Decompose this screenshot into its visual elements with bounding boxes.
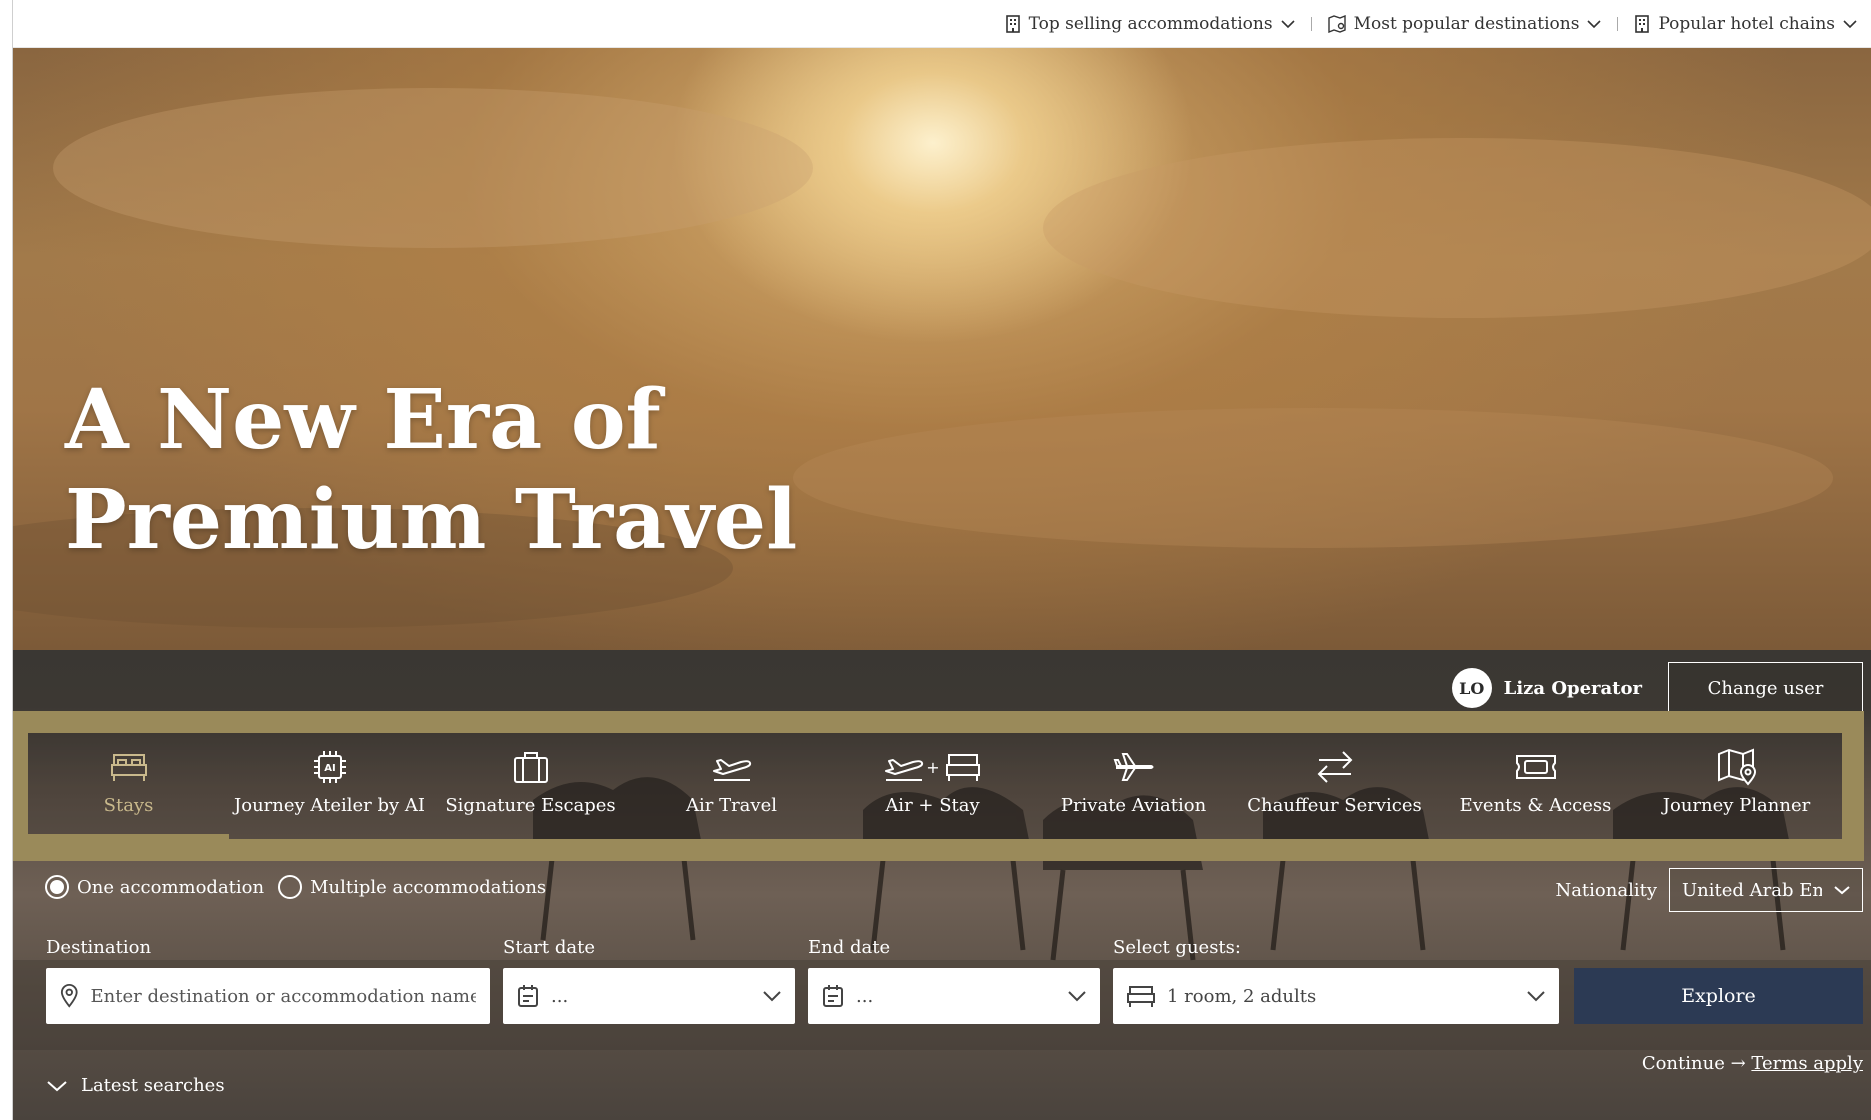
tab-label: Events & Access	[1459, 795, 1612, 816]
map-pin-icon	[1327, 14, 1346, 33]
tab-label: Chauffeur Services	[1247, 795, 1422, 816]
popular-hotel-chains-menu[interactable]: Popular hotel chains	[1624, 14, 1867, 34]
explore-button[interactable]: Explore	[1574, 968, 1863, 1024]
nationality-select[interactable]: United Arab Emirates	[1669, 868, 1863, 912]
popular-destinations-label: Most popular destinations	[1353, 13, 1580, 34]
bed-icon	[110, 754, 147, 781]
svg-text:AI: AI	[324, 763, 335, 774]
map-icon	[1717, 748, 1756, 786]
nationality-group: Nationality United Arab Emirates	[1555, 868, 1863, 912]
divider	[1310, 16, 1312, 31]
user-name: Liza Operator	[1503, 677, 1642, 699]
chevron-down-icon	[47, 1080, 67, 1091]
tab-label: Private Aviation	[1060, 795, 1207, 816]
tab-air-travel[interactable]: Air Travel	[631, 733, 832, 839]
ticket-icon	[1515, 755, 1556, 779]
tab-label: Journey Planner	[1662, 795, 1811, 816]
chevron-down-icon	[763, 991, 781, 1002]
plane-plus-bed-icon: +	[884, 754, 980, 781]
tab-label: Air + Stay	[885, 795, 980, 816]
start-date-field[interactable]: ...	[503, 968, 795, 1024]
svg-text:+: +	[926, 758, 939, 777]
hero-title-line-1: A New Era of	[65, 372, 661, 468]
top-selling-label: Top selling accommodations	[1028, 13, 1273, 34]
hotel-chains-label: Popular hotel chains	[1658, 13, 1835, 34]
latest-searches-label: Latest searches	[81, 1075, 225, 1096]
guests-value: 1 room, 2 adults	[1167, 985, 1317, 1007]
start-date-label: Start date	[503, 937, 595, 958]
top-navigation: Top selling accommodations Most popular …	[13, 0, 1871, 48]
tab-journey-ateiler[interactable]: AI Journey Ateiler by AI	[229, 733, 430, 839]
chevron-down-icon	[1843, 19, 1857, 28]
user-bar: LO Liza Operator Change user	[1451, 662, 1863, 714]
most-popular-destinations-menu[interactable]: Most popular destinations	[1318, 14, 1612, 34]
chevron-down-icon	[1068, 991, 1086, 1002]
bed-icon	[1127, 986, 1155, 1007]
radio-label: One accommodation	[77, 876, 265, 898]
tab-label: Signature Escapes	[445, 795, 616, 816]
radio-label: Multiple accommodations	[310, 876, 547, 898]
product-tabs: Stays AI Journey Ateiler by AI Signature…	[28, 733, 1842, 839]
chevron-down-icon	[1587, 19, 1602, 28]
multiple-accommodations-radio[interactable]: Multiple accommodations	[278, 875, 546, 899]
tab-air-stay[interactable]: + Air + Stay	[832, 733, 1033, 839]
location-pin-icon	[60, 984, 78, 1008]
guests-label: Select guests:	[1113, 937, 1241, 958]
tab-label: Journey Ateiler by AI	[234, 795, 425, 816]
avatar: LO	[1451, 668, 1492, 708]
chevron-down-icon	[1527, 991, 1545, 1002]
left-edge	[0, 0, 13, 1120]
guests-field[interactable]: 1 room, 2 adults	[1113, 968, 1559, 1024]
terms-apply-link[interactable]: Terms apply	[1751, 1053, 1863, 1074]
plane-icon	[1113, 753, 1153, 781]
chevron-down-icon	[1281, 19, 1295, 28]
destination-input[interactable]	[90, 985, 476, 1007]
nationality-value: United Arab Emirates	[1682, 879, 1822, 901]
accommodation-mode: One accommodation Multiple accommodation…	[45, 875, 546, 899]
change-user-button[interactable]: Change user	[1668, 662, 1863, 714]
radio-indicator	[278, 875, 303, 899]
radio-indicator	[45, 875, 69, 899]
continue-text: Continue →	[1641, 1053, 1746, 1074]
end-date-label: End date	[808, 937, 891, 958]
hero-banner: A New Era of Premium Travel	[13, 48, 1871, 650]
end-date-field[interactable]: ...	[808, 968, 1100, 1024]
one-accommodation-radio[interactable]: One accommodation	[45, 875, 264, 899]
suitcase-icon	[513, 752, 548, 783]
building-icon	[1635, 14, 1650, 33]
calendar-icon	[823, 985, 843, 1007]
tab-chauffeur-services[interactable]: Chauffeur Services	[1234, 733, 1435, 839]
calendar-icon	[518, 985, 538, 1007]
plane-takeoff-icon	[712, 759, 751, 781]
building-icon	[1005, 14, 1020, 33]
continue-terms: Continue → Terms apply	[1642, 1053, 1863, 1074]
destination-label: Destination	[46, 937, 152, 958]
tab-stays[interactable]: Stays	[28, 733, 229, 839]
tab-signature-escapes[interactable]: Signature Escapes	[430, 733, 631, 839]
tab-label: Air Travel	[685, 795, 777, 816]
top-selling-accommodations-menu[interactable]: Top selling accommodations	[995, 14, 1305, 34]
hero-title: A New Era of Premium Travel	[65, 370, 885, 570]
end-date-value: ...	[856, 985, 874, 1007]
nationality-label: Nationality	[1555, 879, 1657, 901]
hero-title-line-2: Premium Travel	[65, 472, 798, 568]
start-date-value: ...	[551, 985, 569, 1007]
chevron-down-icon	[1834, 886, 1850, 895]
divider	[1617, 16, 1619, 31]
swap-arrows-icon	[1317, 751, 1352, 783]
tab-journey-planner[interactable]: Journey Planner	[1636, 733, 1837, 839]
tab-events-access[interactable]: Events & Access	[1435, 733, 1636, 839]
destination-field[interactable]	[46, 968, 490, 1024]
search-panel: LO Liza Operator Change user Stays AI Jo…	[13, 650, 1871, 1120]
tab-label: Stays	[103, 795, 154, 816]
latest-searches-toggle[interactable]: Latest searches	[47, 1075, 225, 1096]
tab-private-aviation[interactable]: Private Aviation	[1033, 733, 1234, 839]
ai-chip-icon: AI	[313, 751, 346, 783]
